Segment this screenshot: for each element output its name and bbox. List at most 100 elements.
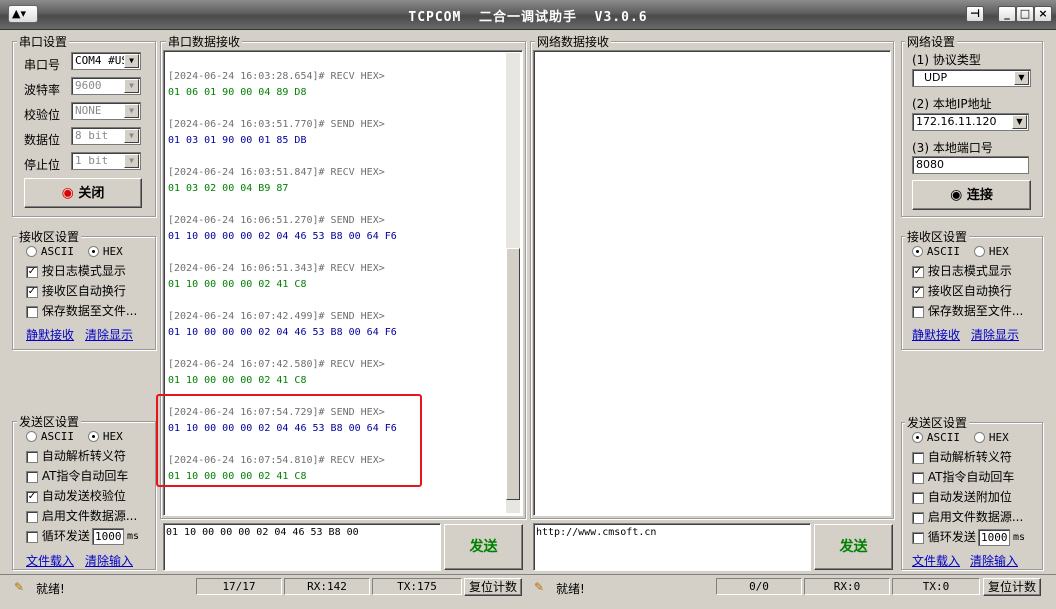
right-auto-append-checkbox[interactable]: 自动发送附加位 [912, 489, 1012, 505]
stopbits-label: 停止位 [24, 158, 61, 172]
unchecked-icon [26, 530, 38, 543]
unchecked-icon [26, 470, 38, 483]
highlight-box [156, 394, 422, 487]
left-save-file-checkbox[interactable]: 保存数据至文件... [26, 303, 137, 319]
left-send-ascii-radio[interactable]: ASCII [26, 428, 74, 444]
left-recv-ascii-label: ASCII [40, 245, 74, 258]
log-entry: [2024-06-24 16:03:51.770]# SEND HEX> 01 0… [168, 117, 397, 165]
right-save-file-label: 保存数据至文件... [927, 304, 1024, 318]
left-auto-escape-checkbox[interactable]: 自动解析转义符 [26, 448, 126, 464]
right-send-hex-radio[interactable]: HEX [974, 429, 1009, 445]
status-ok-icon: ✎ [534, 580, 545, 594]
ip-select[interactable]: 172.16.11.120 ▼ [912, 113, 1029, 131]
net-recv-log[interactable] [533, 50, 891, 516]
net-send-button[interactable]: 发送 [814, 524, 893, 570]
left-auto-wrap-label: 接收区自动换行 [41, 284, 126, 298]
maximize-button[interactable]: □ [1016, 6, 1034, 22]
left-file-source-checkbox[interactable]: 启用文件数据源... [26, 508, 137, 524]
right-silent-recv-link[interactable]: 静默接收 [912, 326, 960, 343]
log-entry-header: [2024-06-24 16:03:51.847]# RECV HEX> [168, 167, 385, 178]
scrollbar-thumb[interactable] [506, 248, 520, 500]
left-send-hex-radio[interactable]: HEX [88, 428, 123, 444]
stopbits-select[interactable]: 1 bit ▼ [71, 152, 141, 170]
record-icon: ◉ [950, 187, 963, 203]
right-loop-send-checkbox[interactable]: 循环发送 [912, 529, 976, 545]
left-recv-hex-radio[interactable]: HEX [88, 243, 123, 259]
left-status-tx: TX:175 [372, 578, 462, 595]
right-auto-append-label: 自动发送附加位 [927, 490, 1012, 504]
left-clear-display-link[interactable]: 清除显示 [85, 326, 133, 343]
right-save-file-checkbox[interactable]: 保存数据至文件... [912, 303, 1023, 319]
left-status-rx: RX:142 [284, 578, 370, 595]
right-status-rx: RX:0 [804, 578, 890, 595]
right-send-ascii-radio[interactable]: ASCII [912, 429, 960, 445]
right-reset-count-button[interactable]: 复位计数 [983, 578, 1041, 596]
pin-icon[interactable]: ⊣ [966, 6, 984, 22]
right-send-ascii-label: ASCII [926, 431, 960, 444]
connect-button[interactable]: ◉ 连接 [912, 180, 1031, 210]
databits-value: 8 bit [75, 129, 109, 142]
checked-icon: ✓ [26, 285, 38, 298]
net-recv-title: 网络数据接收 [535, 33, 612, 50]
left-recv-ascii-radio[interactable]: ASCII [26, 243, 74, 259]
protocol-label: (1) 协议类型 [912, 53, 981, 67]
window-title: TCPCOM 二合一调试助手 V3.0.6 [408, 10, 648, 25]
databits-select[interactable]: 8 bit ▼ [71, 127, 141, 145]
ip-label: (2) 本地IP地址 [912, 97, 992, 111]
right-auto-wrap-checkbox[interactable]: ✓ 接收区自动换行 [912, 283, 1012, 299]
right-file-source-checkbox[interactable]: 启用文件数据源... [912, 509, 1023, 525]
local-port-input[interactable]: 8080 [912, 156, 1029, 174]
left-at-cr-checkbox[interactable]: AT指令自动回车 [26, 468, 128, 484]
left-auto-wrap-checkbox[interactable]: ✓ 接收区自动换行 [26, 283, 126, 299]
left-save-file-label: 保存数据至文件... [41, 304, 138, 318]
left-loop-send-checkbox[interactable]: 循环发送 [26, 528, 90, 544]
right-recv-ascii-radio[interactable]: ASCII [912, 243, 960, 259]
right-loop-interval-input[interactable]: 1000 [978, 529, 1010, 546]
serial-toggle-button[interactable]: ◉ 关闭 [24, 178, 142, 208]
right-clear-input-link[interactable]: 清除输入 [970, 552, 1018, 569]
serial-send-input[interactable]: 01 10 00 00 00 02 04 46 53 B8 00 [163, 523, 441, 571]
chevron-down-icon: ▼ [124, 79, 139, 93]
right-file-source-label: 启用文件数据源... [927, 510, 1024, 524]
right-recv-hex-radio[interactable]: HEX [974, 243, 1009, 259]
left-loop-send-label: 循环发送 [41, 529, 90, 543]
chevron-down-icon: ▼ [124, 129, 139, 143]
left-silent-recv-link[interactable]: 静默接收 [26, 326, 74, 343]
serial-send-button[interactable]: 发送 [444, 524, 523, 570]
log-entry-header: [2024-06-24 16:07:42.499]# SEND HEX> [168, 311, 385, 322]
left-loop-interval-input[interactable]: 1000 [92, 528, 124, 545]
right-clear-display-link[interactable]: 清除显示 [971, 326, 1019, 343]
left-file-source-label: 启用文件数据源... [41, 509, 138, 523]
right-status-tx: TX:0 [892, 578, 980, 595]
chevron-down-icon: ▼ [1014, 71, 1029, 85]
log-entry-header: [2024-06-24 16:06:51.270]# SEND HEX> [168, 215, 385, 226]
baud-select[interactable]: 9600 ▼ [71, 77, 141, 95]
left-reset-count-button[interactable]: 复位计数 [464, 578, 522, 596]
left-log-mode-checkbox[interactable]: ✓ 按日志模式显示 [26, 263, 126, 279]
close-button[interactable]: × [1034, 6, 1052, 22]
parity-select[interactable]: NONE ▼ [71, 102, 141, 120]
net-send-input[interactable]: http://www.cmsoft.cn [533, 523, 811, 571]
network-settings-title: 网络设置 [905, 33, 958, 50]
right-at-cr-checkbox[interactable]: AT指令自动回车 [912, 469, 1014, 485]
checked-icon: ✓ [26, 265, 38, 278]
checked-icon: ✓ [912, 265, 924, 278]
left-at-cr-label: AT指令自动回车 [41, 469, 129, 483]
right-load-file-link[interactable]: 文件载入 [912, 552, 960, 569]
right-log-mode-label: 按日志模式显示 [927, 264, 1012, 278]
port-select[interactable]: COM4 #US ▼ [71, 52, 141, 70]
minimize-button[interactable]: _ [998, 6, 1016, 22]
left-load-file-link[interactable]: 文件载入 [26, 552, 74, 569]
unchecked-icon [912, 451, 924, 464]
log-entry-header: [2024-06-24 16:03:51.770]# SEND HEX> [168, 119, 385, 130]
stopbits-value: 1 bit [75, 154, 109, 167]
left-send-hex-label: HEX [102, 430, 123, 443]
log-entry-data: 01 10 00 00 00 02 41 C8 [168, 375, 307, 386]
left-auto-checksum-checkbox[interactable]: ✓ 自动发送校验位 [26, 488, 126, 504]
left-clear-input-link[interactable]: 清除输入 [85, 552, 133, 569]
right-log-mode-checkbox[interactable]: ✓ 按日志模式显示 [912, 263, 1012, 279]
right-auto-escape-checkbox[interactable]: 自动解析转义符 [912, 449, 1012, 465]
protocol-select[interactable]: UDP ▼ [912, 69, 1031, 87]
ip-value: 172.16.11.120 [916, 115, 997, 128]
serial-log-scrollbar[interactable] [506, 53, 520, 513]
